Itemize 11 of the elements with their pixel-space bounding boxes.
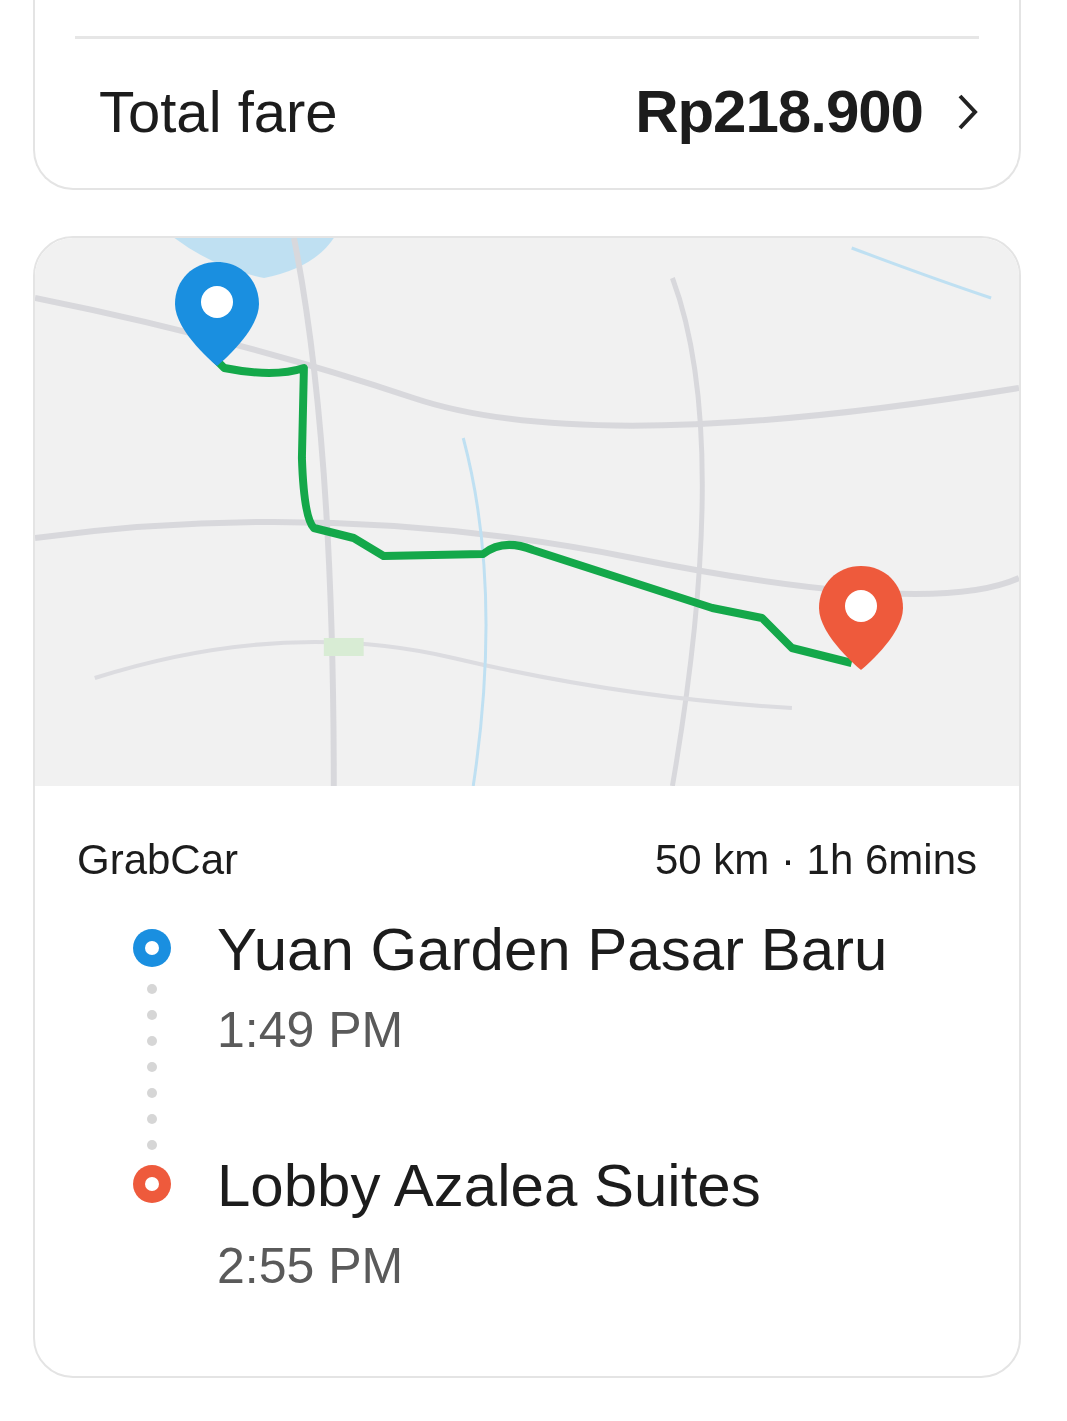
map-pin-icon: [817, 564, 905, 672]
fare-label: Total fare: [99, 78, 338, 145]
map-pin-icon: [173, 260, 261, 368]
stop-time: 2:55 PM: [217, 1237, 405, 1296]
chevron-right-icon[interactable]: [957, 92, 979, 131]
service-name: GrabCar: [77, 836, 239, 884]
stop-name: Yuan Garden Pasar Baru: [217, 915, 889, 985]
fare-amount: Rp218.900: [635, 77, 923, 146]
stop-time: 1:49 PM: [217, 1001, 405, 1060]
trip-summary: 50 km · 1h 6mins: [654, 836, 977, 884]
stop-name: Lobby Azalea Suites: [217, 1151, 762, 1221]
